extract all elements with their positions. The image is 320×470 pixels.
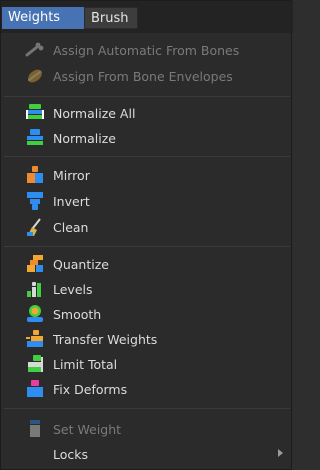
menu-item-assign-from-bone-envelopes[interactable]: Assign From Bone Envelopes bbox=[1, 64, 293, 89]
menu-item-normalize-all[interactable]: Normalize All bbox=[1, 101, 293, 126]
menu-separator bbox=[4, 246, 290, 247]
menu-tab-bar: Weights Brush bbox=[1, 1, 293, 33]
menu-item-levels[interactable]: Levels bbox=[1, 277, 293, 302]
menu-item-clean[interactable]: Clean bbox=[1, 215, 293, 240]
normalize-all-icon bbox=[26, 104, 44, 119]
menu-item-set-weight[interactable]: Set Weight bbox=[1, 417, 293, 442]
menu-item-limit-total[interactable]: Limit Total bbox=[1, 352, 293, 377]
menu-item-quantize[interactable]: Quantize bbox=[1, 252, 293, 277]
tab-brush[interactable]: Brush bbox=[84, 7, 138, 29]
menu-item-label: Fix Deforms bbox=[53, 382, 128, 397]
limit-total-icon bbox=[28, 355, 43, 372]
menu-item-label: Limit Total bbox=[53, 357, 118, 372]
submenu-arrow-icon bbox=[278, 449, 283, 457]
menu-item-assign-automatic-from-bones[interactable]: Assign Automatic From Bones bbox=[1, 38, 293, 63]
menu-item-label: Set Weight bbox=[53, 422, 122, 437]
menu-item-label: Assign From Bone Envelopes bbox=[53, 69, 233, 84]
quantize-icon bbox=[27, 255, 43, 272]
bone-envelope-icon bbox=[28, 69, 42, 83]
mirror-icon bbox=[27, 166, 43, 183]
menu-separator bbox=[4, 408, 290, 409]
bone-icon bbox=[25, 42, 44, 57]
weights-menu: Weights Brush Assign Automatic From Bone… bbox=[0, 0, 293, 470]
menu-item-label: Transfer Weights bbox=[53, 332, 158, 347]
menu-item-label: Normalize bbox=[53, 131, 116, 146]
menu-item-label: Clean bbox=[53, 220, 89, 235]
menu-item-locks[interactable]: Locks bbox=[1, 442, 293, 467]
menu-item-smooth[interactable]: Smooth bbox=[1, 302, 293, 327]
set-weight-icon bbox=[30, 420, 40, 437]
menu-item-label: Levels bbox=[53, 282, 93, 297]
transfer-weights-icon bbox=[26, 330, 43, 347]
menu-separator bbox=[4, 156, 290, 157]
levels-icon bbox=[27, 282, 41, 297]
menu-item-label: Locks bbox=[53, 447, 89, 462]
menu-item-label: Quantize bbox=[53, 257, 109, 272]
menu-item-label: Invert bbox=[53, 194, 90, 209]
tab-weights[interactable]: Weights bbox=[2, 7, 84, 29]
invert-icon bbox=[27, 192, 43, 210]
menu-item-label: Mirror bbox=[53, 168, 90, 183]
clean-icon bbox=[27, 218, 41, 236]
menu-item-transfer-weights[interactable]: Transfer Weights bbox=[1, 327, 293, 352]
menu-separator bbox=[4, 96, 290, 97]
normalize-icon bbox=[27, 129, 43, 145]
menu-item-label: Assign Automatic From Bones bbox=[53, 43, 240, 58]
menu-item-label: Normalize All bbox=[53, 106, 136, 121]
menu-item-mirror[interactable]: Mirror bbox=[1, 163, 293, 188]
menu-item-label: Smooth bbox=[53, 307, 102, 322]
menu-item-normalize[interactable]: Normalize bbox=[1, 126, 293, 151]
menu-item-invert[interactable]: Invert bbox=[1, 189, 293, 214]
fix-deforms-icon bbox=[27, 380, 43, 397]
smooth-icon bbox=[27, 305, 43, 322]
menu-item-fix-deforms[interactable]: Fix Deforms bbox=[1, 377, 293, 402]
